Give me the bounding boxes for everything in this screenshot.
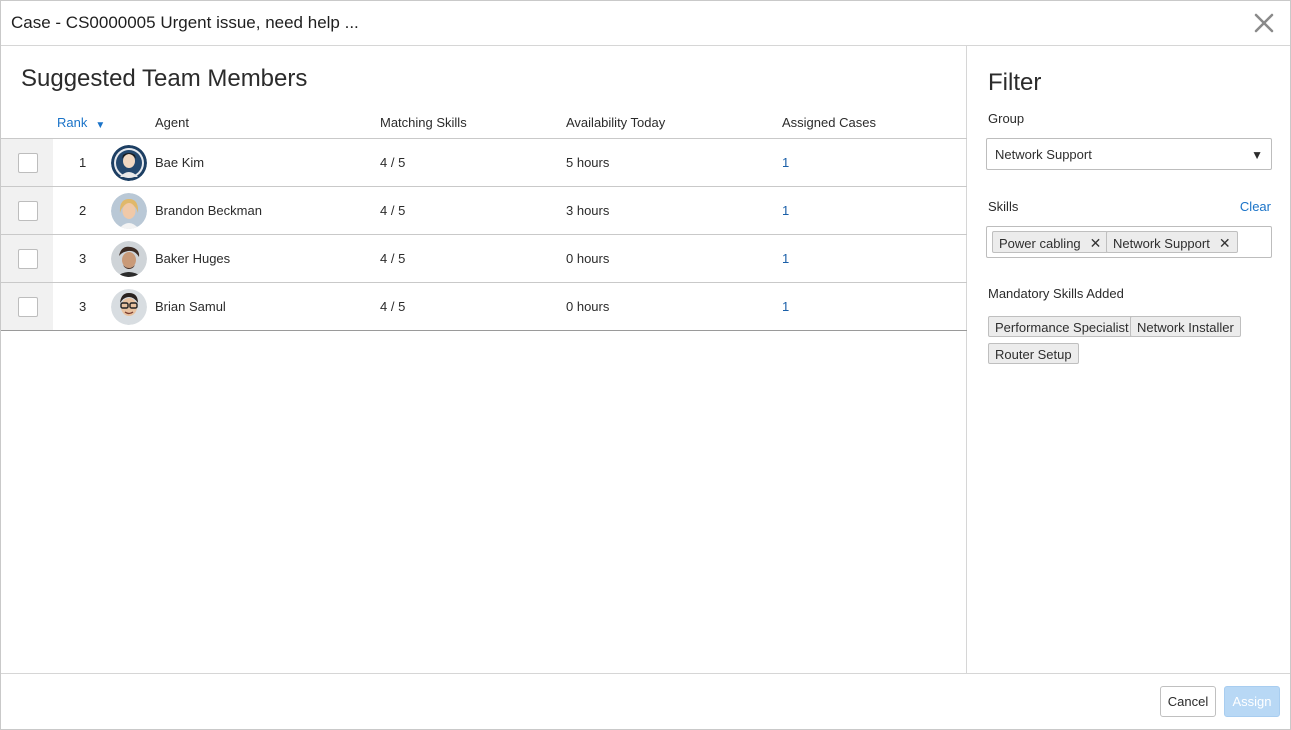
mandatory-skill-tag: Network Installer	[1130, 316, 1241, 337]
dialog-title: Case - CS0000005 Urgent issue, need help…	[11, 13, 359, 32]
skill-tag-label: Power cabling	[999, 236, 1081, 251]
matching-skills-cell: 4 / 5	[380, 299, 406, 314]
mandatory-skills-label: Mandatory Skills Added	[988, 286, 1124, 301]
table-header: Rank ▼ Agent Matching Skills Availability…	[1, 115, 967, 139]
assigned-cases-cell: 1	[782, 251, 790, 266]
checkbox-cell	[1, 187, 53, 234]
agent-name: Bae Kim	[155, 155, 205, 170]
matching-skills-cell: 4 / 5	[380, 155, 406, 170]
sort-descending-icon: ▼	[95, 120, 106, 131]
avatar	[111, 241, 147, 277]
filter-title: Filter	[988, 69, 1042, 96]
column-header-rank-label: Rank	[57, 115, 88, 130]
column-header-availability: Availability Today	[566, 115, 666, 130]
skill-tag-label: Network Support	[1113, 236, 1210, 251]
select-checkbox[interactable]	[18, 249, 38, 269]
skills-label: Skills	[988, 199, 1019, 214]
section-title: Suggested Team Members	[21, 65, 308, 92]
checkbox-cell	[1, 283, 53, 330]
column-header-assigned-cases: Assigned Cases	[782, 115, 876, 130]
rank-cell: 2	[79, 203, 87, 218]
skill-tag: Network Support ✕	[1106, 231, 1238, 253]
rank-cell: 1	[79, 155, 87, 170]
select-checkbox[interactable]	[18, 201, 38, 221]
agent-name: Brian Samul	[155, 299, 226, 314]
assigned-cases-cell: 1	[782, 155, 790, 170]
chevron-down-icon: ▼	[1251, 148, 1263, 162]
group-select-value: Network Support	[995, 147, 1092, 162]
group-label: Group	[988, 111, 1025, 126]
table-row[interactable]: 3 Baker Huges 4 / 5 0 hours 1	[1, 235, 967, 283]
avatar	[111, 289, 147, 325]
dialog-header: Case - CS0000005 Urgent issue, need help…	[1, 1, 1290, 46]
select-checkbox[interactable]	[18, 297, 38, 317]
mandatory-skill-tag: Router Setup	[988, 343, 1079, 364]
availability-cell: 5 hours	[566, 155, 610, 170]
select-checkbox[interactable]	[18, 153, 38, 173]
suggested-members-pane: Suggested Team Members Rank ▼ Agent Match…	[1, 46, 967, 673]
skills-input[interactable]: Power cabling ✕ Network Support ✕	[986, 226, 1272, 258]
assign-button[interactable]: Assign	[1224, 686, 1280, 717]
remove-tag-icon[interactable]: ✕	[1090, 235, 1102, 251]
column-header-matching-skills: Matching Skills	[380, 115, 467, 130]
members-table-body: 1 Bae Kim 4 / 5 5 hours 1 2 Brandon Beck…	[1, 139, 967, 331]
skill-tag: Power cabling ✕	[992, 231, 1109, 253]
checkbox-cell	[1, 139, 53, 186]
cancel-button[interactable]: Cancel	[1160, 686, 1216, 717]
availability-cell: 3 hours	[566, 203, 610, 218]
agent-name: Brandon Beckman	[155, 203, 262, 218]
clear-skills-link[interactable]: Clear	[1240, 199, 1271, 214]
remove-tag-icon[interactable]: ✕	[1219, 235, 1231, 251]
close-icon[interactable]	[1252, 11, 1276, 35]
rank-cell: 3	[79, 251, 87, 266]
group-select[interactable]: Network Support ▼	[986, 138, 1272, 170]
dialog-footer: Cancel Assign	[1, 673, 1290, 729]
table-row[interactable]: 1 Bae Kim 4 / 5 5 hours 1	[1, 139, 967, 187]
assign-case-dialog: Case - CS0000005 Urgent issue, need help…	[0, 0, 1291, 730]
column-header-agent: Agent	[155, 115, 189, 130]
column-header-rank[interactable]: Rank ▼	[57, 115, 105, 131]
rank-cell: 3	[79, 299, 87, 314]
avatar	[111, 193, 147, 229]
matching-skills-cell: 4 / 5	[380, 251, 406, 266]
assigned-cases-cell: 1	[782, 299, 790, 314]
assigned-cases-cell: 1	[782, 203, 790, 218]
filter-pane: Filter Group Network Support ▼ Skills Cl…	[968, 46, 1290, 673]
checkbox-cell	[1, 235, 53, 282]
availability-cell: 0 hours	[566, 299, 610, 314]
avatar	[111, 145, 147, 181]
availability-cell: 0 hours	[566, 251, 610, 266]
agent-name: Baker Huges	[155, 251, 231, 266]
table-row[interactable]: 3 Brian Samul 4 / 5 0 hours 1	[1, 283, 967, 331]
matching-skills-cell: 4 / 5	[380, 203, 406, 218]
mandatory-skill-tag: Performance Specialist	[988, 316, 1136, 337]
table-row[interactable]: 2 Brandon Beckman 4 / 5 3 hours 1	[1, 187, 967, 235]
